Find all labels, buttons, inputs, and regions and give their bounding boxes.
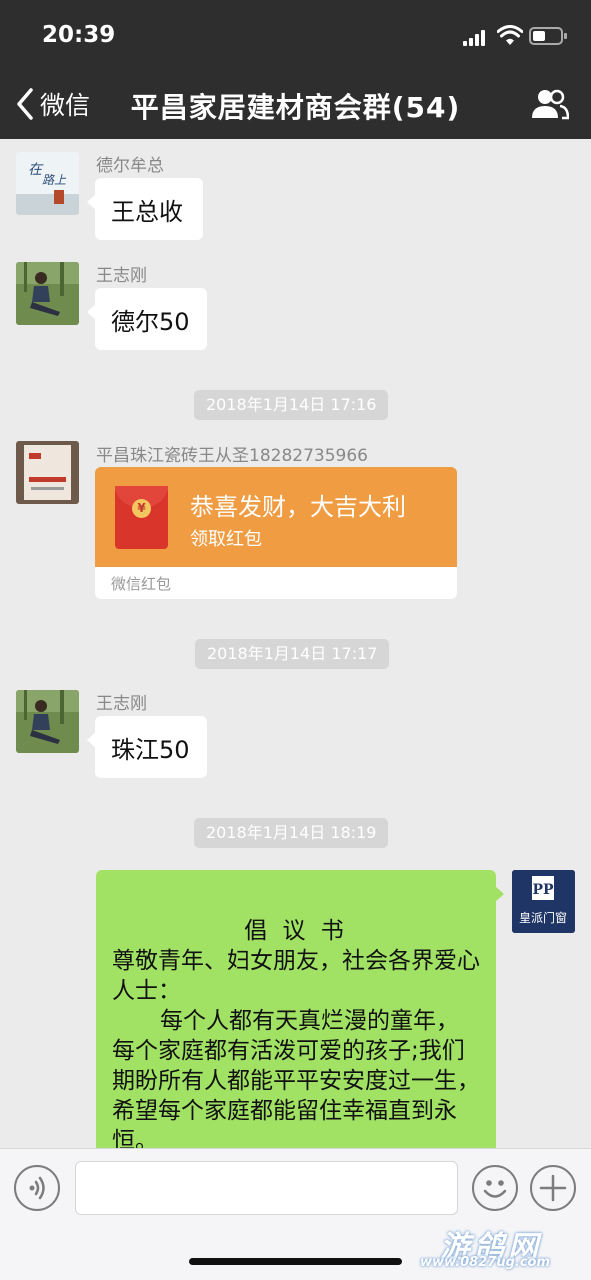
chat-area[interactable]: 在 路上 德尔牟总 王总收 王志刚 德尔50 2018年1月14日 17:16 (0, 139, 591, 1148)
sender-name: 平昌珠江瓷砖王从圣18282735966 (96, 446, 368, 466)
proposal-body: 每个人都有天真烂漫的童年，每个家庭都有活泼可爱的孩子;我们期盼所有人都能平平安安… (112, 1008, 480, 1148)
timestamp: 2018年1月14日 17:17 (195, 639, 390, 669)
home-indicator[interactable] (189, 1258, 402, 1265)
red-envelope-icon: ¥ (115, 486, 168, 549)
svg-text:PP: PP (532, 882, 554, 898)
avatar[interactable] (16, 690, 79, 753)
red-packet-title: 恭喜发财，大吉大利 (190, 493, 406, 521)
red-packet-footer: 微信红包 (111, 575, 172, 593)
timestamp: 2018年1月14日 18:19 (194, 818, 389, 848)
cellular-signal-icon (463, 30, 489, 46)
avatar-caption: 皇派门窗 (519, 910, 567, 925)
proposal-salutation: 尊敬青年、妇女朋友，社会各界爱心人士： (112, 948, 480, 1004)
sender-name: 王志刚 (96, 266, 147, 286)
message-input[interactable] (75, 1161, 458, 1215)
plus-icon (539, 1174, 567, 1202)
message-bubble[interactable]: 珠江50 (87, 716, 207, 778)
red-packet-subtitle: 领取红包 (190, 529, 262, 550)
more-button[interactable] (530, 1165, 576, 1211)
outgoing-message-bubble[interactable]: 倡 议 书 尊敬青年、妇女朋友，社会各界爱心人士： 每个人都有天真烂漫的童年，每… (96, 870, 504, 1148)
red-packet-body: ¥ 恭喜发财，大吉大利 领取红包 (95, 467, 457, 567)
chat-title: 平昌家居建材商会群(54) (130, 91, 461, 124)
my-avatar[interactable]: PP 皇派门窗 (512, 870, 575, 933)
nav-header: 20:39 微信 平昌家居建材商会群(54) (0, 0, 591, 139)
message-bubble[interactable]: 德尔50 (87, 288, 207, 350)
voice-icon (29, 1176, 45, 1200)
avatar[interactable] (16, 262, 79, 325)
battery-icon (529, 27, 567, 45)
proposal-title: 倡 议 书 (244, 918, 348, 944)
wifi-icon (497, 25, 523, 45)
svg-text:路上: 路上 (42, 173, 67, 187)
emoji-icon (483, 1180, 507, 1198)
sender-name: 王志刚 (96, 694, 147, 714)
status-time: 20:39 (42, 22, 116, 48)
avatar[interactable] (16, 441, 79, 504)
voice-button[interactable] (14, 1165, 60, 1211)
message-bubble[interactable]: 王总收 (87, 178, 203, 240)
avatar[interactable]: 在 路上 (16, 152, 79, 215)
timestamp: 2018年1月14日 17:16 (194, 390, 389, 420)
emoji-button[interactable] (472, 1165, 518, 1211)
red-packet-card[interactable]: ¥ 恭喜发财，大吉大利 领取红包 微信红包 (95, 467, 457, 599)
sender-name: 德尔牟总 (96, 156, 164, 176)
group-info-icon[interactable] (531, 88, 569, 120)
watermark-url: www.0827ug.com (420, 1255, 550, 1270)
